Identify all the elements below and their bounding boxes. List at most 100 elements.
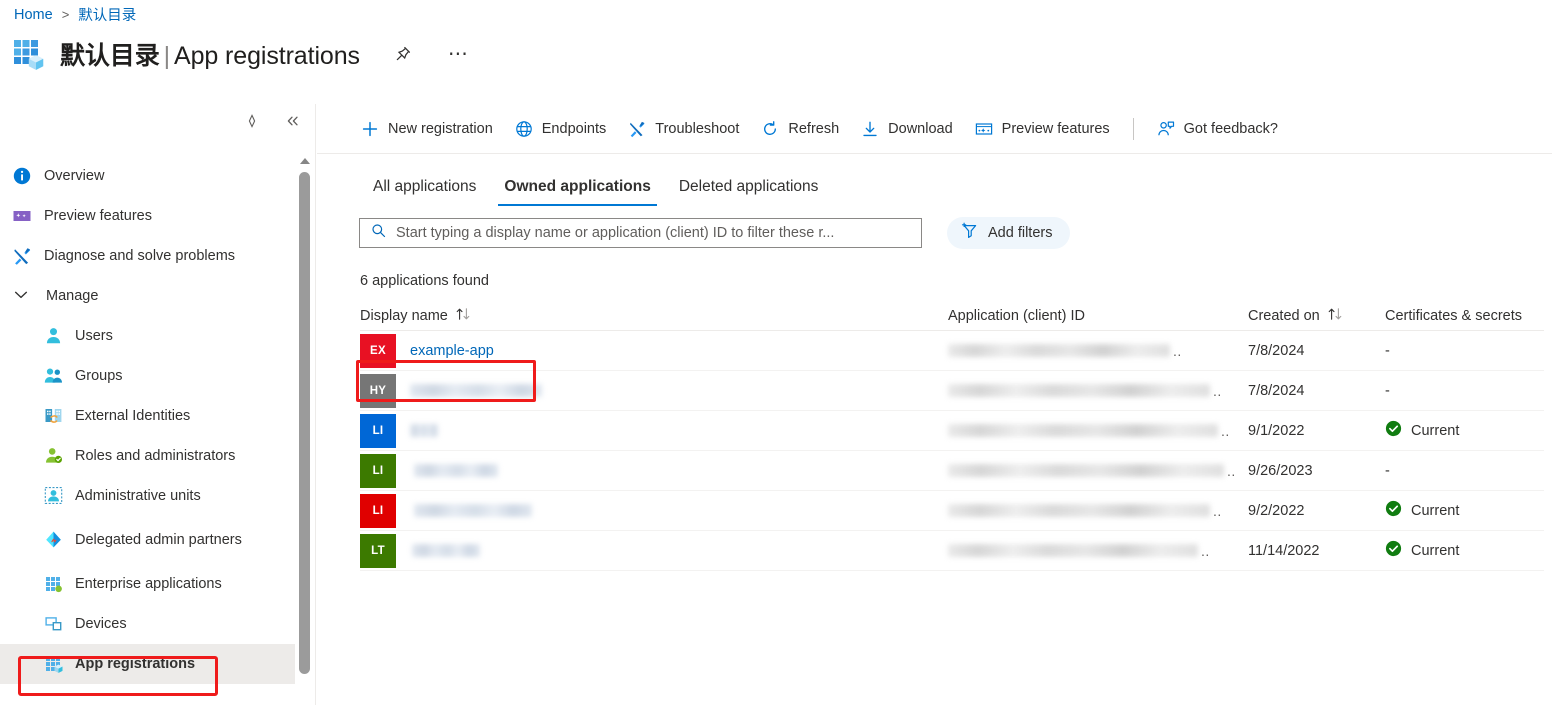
download-button[interactable]: Download: [850, 113, 964, 145]
page-title-directory: 默认目录: [60, 42, 160, 70]
refresh-button[interactable]: Refresh: [750, 113, 850, 145]
table-row[interactable]: EXexample-app..7/8/2024-: [360, 331, 1544, 371]
sidebar-item-preview-features[interactable]: Preview features: [0, 196, 295, 236]
preview-window-icon: [975, 120, 993, 138]
pin-icon[interactable]: [394, 45, 412, 63]
redacted-display-name: [410, 384, 542, 397]
app-name-link[interactable]: example-app: [410, 343, 494, 359]
sidebar-item-devices[interactable]: Devices: [0, 604, 295, 644]
more-ellipsis-icon[interactable]: ⋯: [448, 49, 469, 59]
sidebar-item-label: App registrations: [75, 656, 195, 673]
sidebar-item-users[interactable]: Users: [0, 316, 295, 356]
redacted-display-name: [410, 424, 438, 437]
status-check-icon: [1385, 420, 1402, 441]
filter-row: Add filters: [317, 217, 1552, 249]
add-filters-button[interactable]: Add filters: [947, 217, 1070, 249]
add-filter-icon: [961, 222, 979, 244]
truncation-ellipsis: ..: [1221, 423, 1230, 439]
external-identities-icon: [44, 406, 64, 426]
tab-list: All applications Owned applications Dele…: [317, 154, 1552, 206]
table-row[interactable]: LI..9/1/2022Current: [360, 411, 1544, 451]
sort-arrows-icon: [1327, 307, 1344, 325]
new-registration-button[interactable]: New registration: [350, 113, 504, 145]
column-header-display-name[interactable]: Display name: [360, 307, 948, 325]
table-row[interactable]: LI..9/2/2022Current: [360, 491, 1544, 531]
main-content: New registration Endpoints: [317, 104, 1552, 705]
cell-created-on: 11/14/2022: [1248, 543, 1385, 559]
cell-application-id: ..: [948, 383, 1248, 399]
column-header-created-on[interactable]: Created on: [1248, 307, 1385, 325]
truncation-ellipsis: ..: [1227, 463, 1236, 479]
tab-deleted-applications[interactable]: Deleted applications: [665, 178, 833, 206]
troubleshoot-button[interactable]: Troubleshoot: [617, 113, 750, 145]
status-badge: -: [1385, 343, 1390, 359]
sidebar-item-administrative-units[interactable]: Administrative units: [0, 476, 295, 516]
status-badge: Current: [1411, 543, 1459, 559]
cell-application-id: ..: [948, 503, 1248, 519]
breadcrumb-home[interactable]: Home: [14, 7, 53, 23]
toolbar-label: Preview features: [1002, 121, 1110, 137]
cell-created-on: 7/8/2024: [1248, 343, 1385, 359]
breadcrumb-directory[interactable]: 默认目录: [78, 4, 136, 25]
cell-certificates-secrets: Current: [1385, 500, 1552, 521]
sidebar-item-overview[interactable]: Overview: [0, 156, 295, 196]
sidebar-item-diagnose[interactable]: Diagnose and solve problems: [0, 236, 295, 276]
sidebar-item-external-identities[interactable]: External Identities: [0, 396, 295, 436]
table-row[interactable]: HY..7/8/2024-: [360, 371, 1544, 411]
sidebar-item-delegated-admin-partners[interactable]: Delegated admin partners: [0, 516, 295, 564]
status-check-icon: [1385, 540, 1402, 561]
toolbar-label: New registration: [388, 121, 493, 137]
cell-created-on: 9/2/2022: [1248, 503, 1385, 519]
table-header-row: Display name Application (client) ID Cre…: [360, 301, 1544, 331]
sidebar-group-manage[interactable]: Manage: [0, 276, 295, 316]
search-input[interactable]: [394, 224, 921, 242]
cell-display-name: LI: [360, 414, 948, 448]
toolbar-label: Download: [888, 121, 953, 137]
cell-application-id: ..: [948, 543, 1248, 559]
sidebar-scrollbar[interactable]: [297, 158, 312, 703]
preview-features-button[interactable]: Preview features: [964, 113, 1121, 145]
scrollbar-thumb[interactable]: [299, 172, 310, 674]
page-title-section: App registrations: [174, 42, 360, 70]
sidebar-item-roles-and-administrators[interactable]: Roles and administrators: [0, 436, 295, 476]
sidebar-item-label: Administrative units: [75, 488, 201, 505]
sidebar-item-app-registrations[interactable]: App registrations: [0, 644, 295, 684]
cell-application-id: ..: [948, 423, 1248, 439]
collapse-nav-icon[interactable]: [285, 114, 301, 128]
sort-arrows-icon: [455, 307, 472, 325]
truncation-ellipsis: ..: [1201, 543, 1210, 559]
endpoints-button[interactable]: Endpoints: [504, 113, 618, 145]
table-row[interactable]: LT.. 11/14/2022 Current: [360, 531, 1544, 571]
got-feedback-button[interactable]: Got feedback?: [1146, 113, 1289, 145]
table-row[interactable]: LI..9/26/2023-: [360, 451, 1544, 491]
cell-display-name: EXexample-app: [360, 334, 948, 368]
applications-table: Display name Application (client) ID Cre…: [317, 301, 1552, 571]
column-label: Created on: [1248, 308, 1320, 324]
scroll-up-arrow-icon[interactable]: [300, 158, 310, 164]
truncation-ellipsis: ..: [1213, 383, 1222, 399]
sidebar-item-label: External Identities: [75, 408, 190, 425]
tab-all-applications[interactable]: All applications: [359, 178, 490, 206]
cell-display-name: LI: [360, 494, 948, 528]
toolbar-label: Troubleshoot: [655, 121, 739, 137]
toolbar-label: Refresh: [788, 121, 839, 137]
add-filters-label: Add filters: [988, 225, 1052, 241]
status-badge: -: [1385, 383, 1390, 399]
column-label: Application (client) ID: [948, 308, 1085, 324]
chevron-down-icon: [12, 286, 32, 306]
cell-display-name: HY: [360, 374, 948, 408]
app-initials-badge: LT: [360, 534, 396, 568]
table-body: EXexample-app..7/8/2024-HY..7/8/2024-LI.…: [360, 331, 1544, 571]
breadcrumb-separator: >: [62, 7, 70, 22]
sidebar-item-enterprise-applications[interactable]: Enterprise applications: [0, 564, 295, 604]
sidebar-item-label: Manage: [46, 288, 98, 305]
redacted-application-id: [948, 464, 1224, 477]
search-nav-icon[interactable]: [245, 114, 259, 128]
search-icon: [371, 223, 386, 243]
plus-icon: [361, 120, 379, 138]
scrollbar-track[interactable]: [299, 172, 310, 703]
tab-owned-applications[interactable]: Owned applications: [490, 178, 664, 206]
sidebar-item-groups[interactable]: Groups: [0, 356, 295, 396]
status-badge: -: [1385, 463, 1390, 479]
search-box[interactable]: [359, 218, 922, 248]
